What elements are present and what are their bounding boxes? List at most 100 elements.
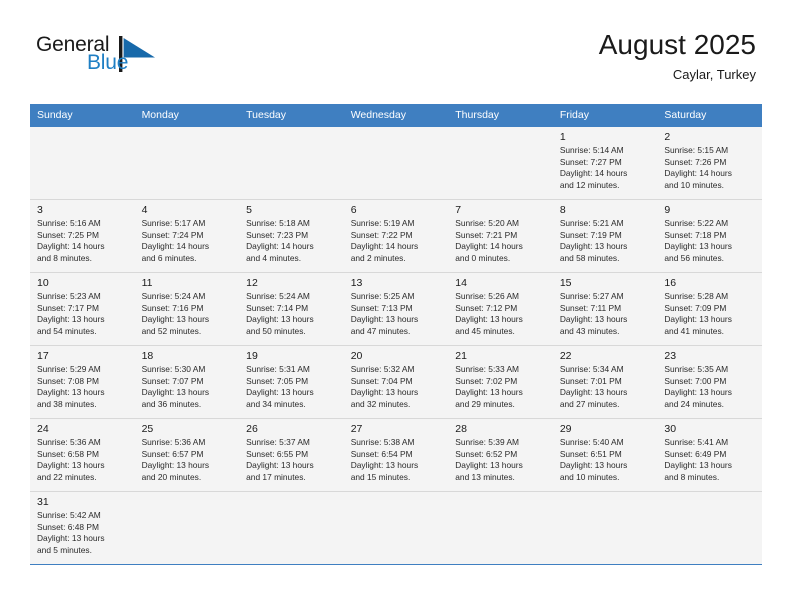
calendar-day-sun-info: Sunrise: 5:40 AM Sunset: 6:51 PM Dayligh… <box>559 437 628 482</box>
calendar-day-number: 24 <box>37 423 49 435</box>
calendar-page: General Blue August 2025 Caylar, Turkey … <box>0 0 792 612</box>
calendar-day-cell[interactable]: 1 Sunrise: 5:14 AM Sunset: 7:27 PM Daylig… <box>552 126 658 200</box>
calendar-day-sun-info: Sunrise: 5:19 AM Sunset: 7:22 PM Dayligh… <box>350 218 419 263</box>
calendar-day-cell[interactable]: 13 Sunrise: 5:25 AM Sunset: 7:13 PM Dayli… <box>343 272 449 346</box>
calendar-day-cell[interactable]: 29 Sunrise: 5:40 AM Sunset: 6:51 PM Dayli… <box>552 418 658 492</box>
calendar-day-cell-inner <box>239 492 344 557</box>
calendar-day-cell[interactable]: 14 Sunrise: 5:26 AM Sunset: 7:12 PM Dayli… <box>448 272 553 346</box>
calendar-day-number: 12 <box>246 277 258 289</box>
sunrise-sunset-calendar: Sunday Monday Tuesday Wednesday Thursday… <box>30 104 762 565</box>
calendar-day-number: 30 <box>664 423 677 435</box>
calendar-day-cell[interactable]: 11 Sunrise: 5:24 AM Sunset: 7:16 PM Dayli… <box>134 272 240 346</box>
calendar-day-cell-inner: 21 Sunrise: 5:33 AM Sunset: 7:02 PM Dayli… <box>448 346 553 411</box>
calendar-day-number: 18 <box>141 350 154 362</box>
calendar-day-cell[interactable]: 3 Sunrise: 5:16 AM Sunset: 7:25 PM Daylig… <box>30 199 135 273</box>
brand-name-blue: Blue <box>87 51 129 74</box>
calendar-day-sun-info: Sunrise: 5:24 AM Sunset: 7:14 PM Dayligh… <box>246 291 314 336</box>
page-subtitle: Caylar, Turkey <box>672 67 756 82</box>
calendar-day-cell-inner <box>135 492 240 557</box>
calendar-day-cell-inner: 2 Sunrise: 5:15 AM Sunset: 7:26 PM Daylig… <box>657 127 762 192</box>
calendar-day-number: 22 <box>559 350 572 362</box>
calendar-day-cell[interactable]: 2 Sunrise: 5:15 AM Sunset: 7:26 PM Daylig… <box>657 126 762 200</box>
calendar-day-cell-inner: 11 Sunrise: 5:24 AM Sunset: 7:16 PM Dayli… <box>135 273 240 338</box>
calendar-day-cell[interactable]: 30 Sunrise: 5:41 AM Sunset: 6:49 PM Dayli… <box>657 418 762 492</box>
weekday-header-friday: Friday <box>552 104 658 127</box>
calendar-day-cell[interactable]: 17 Sunrise: 5:29 AM Sunset: 7:08 PM Dayli… <box>30 345 135 419</box>
calendar-day-number: 31 <box>37 496 49 508</box>
calendar-day-cell-inner <box>239 127 344 192</box>
calendar-day-cell[interactable]: 4 Sunrise: 5:17 AM Sunset: 7:24 PM Daylig… <box>134 199 240 273</box>
calendar-day-cell[interactable]: 8 Sunrise: 5:21 AM Sunset: 7:19 PM Daylig… <box>552 199 658 273</box>
calendar-week-row: 10 Sunrise: 5:23 AM Sunset: 7:17 PM Dayli… <box>30 272 762 346</box>
weekday-header-row: Sunday Monday Tuesday Wednesday Thursday… <box>30 104 762 127</box>
calendar-day-cell[interactable]: 16 Sunrise: 5:28 AM Sunset: 7:09 PM Dayli… <box>657 272 762 346</box>
calendar-day-cell[interactable]: 26 Sunrise: 5:37 AM Sunset: 6:55 PM Dayli… <box>239 418 344 492</box>
calendar-day-cell-inner: 3 Sunrise: 5:16 AM Sunset: 7:25 PM Daylig… <box>30 200 135 265</box>
calendar-day-cell-empty <box>30 126 135 200</box>
calendar-day-number: 26 <box>246 423 258 435</box>
weekday-header-sunday: Sunday <box>30 104 135 127</box>
calendar-day-sun-info: Sunrise: 5:36 AM Sunset: 6:57 PM Dayligh… <box>141 437 210 482</box>
calendar-week-row: 31 Sunrise: 5:42 AM Sunset: 6:48 PM Dayli… <box>30 491 762 565</box>
calendar-day-cell-inner <box>553 492 658 557</box>
calendar-day-sun-info: Sunrise: 5:35 AM Sunset: 7:00 PM Dayligh… <box>664 364 732 409</box>
calendar-day-cell-empty <box>239 126 344 200</box>
calendar-day-number: 20 <box>350 350 363 362</box>
calendar-day-cell-inner: 14 Sunrise: 5:26 AM Sunset: 7:12 PM Dayli… <box>448 273 553 338</box>
calendar-day-cell-inner: 28 Sunrise: 5:39 AM Sunset: 6:52 PM Dayli… <box>448 419 553 484</box>
calendar-day-cell[interactable]: 27 Sunrise: 5:38 AM Sunset: 6:54 PM Dayli… <box>343 418 449 492</box>
title-block: August 2025 Caylar, Turkey <box>599 28 756 85</box>
calendar-day-sun-info: Sunrise: 5:30 AM Sunset: 7:07 PM Dayligh… <box>141 364 210 409</box>
calendar-day-cell-inner: 27 Sunrise: 5:38 AM Sunset: 6:54 PM Dayli… <box>344 419 449 484</box>
calendar-day-cell-inner: 17 Sunrise: 5:29 AM Sunset: 7:08 PM Dayli… <box>30 346 135 411</box>
calendar-week-row: 3 Sunrise: 5:16 AM Sunset: 7:25 PM Daylig… <box>30 199 762 273</box>
calendar-day-sun-info: Sunrise: 5:36 AM Sunset: 6:58 PM Dayligh… <box>37 437 105 482</box>
calendar-day-sun-info: Sunrise: 5:22 AM Sunset: 7:18 PM Dayligh… <box>664 218 732 263</box>
calendar-day-cell[interactable]: 12 Sunrise: 5:24 AM Sunset: 7:14 PM Dayli… <box>239 272 344 346</box>
calendar-day-cell-empty <box>239 491 344 565</box>
calendar-day-cell[interactable]: 9 Sunrise: 5:22 AM Sunset: 7:18 PM Daylig… <box>657 199 762 273</box>
calendar-day-cell-inner <box>344 127 449 192</box>
calendar-day-number: 19 <box>246 350 258 362</box>
calendar-day-sun-info: Sunrise: 5:34 AM Sunset: 7:01 PM Dayligh… <box>559 364 628 409</box>
calendar-day-number: 29 <box>559 423 572 435</box>
calendar-day-cell[interactable]: 5 Sunrise: 5:18 AM Sunset: 7:23 PM Daylig… <box>239 199 344 273</box>
calendar-day-sun-info: Sunrise: 5:25 AM Sunset: 7:13 PM Dayligh… <box>350 291 419 336</box>
calendar-day-cell[interactable]: 28 Sunrise: 5:39 AM Sunset: 6:52 PM Dayli… <box>448 418 553 492</box>
calendar-day-cell-inner: 26 Sunrise: 5:37 AM Sunset: 6:55 PM Dayli… <box>239 419 344 484</box>
calendar-day-cell-inner: 18 Sunrise: 5:30 AM Sunset: 7:07 PM Dayli… <box>135 346 240 411</box>
calendar-day-cell-inner: 6 Sunrise: 5:19 AM Sunset: 7:22 PM Daylig… <box>344 200 449 265</box>
brand-logo[interactable]: General Blue <box>36 34 206 88</box>
page-title: August 2025 <box>598 29 756 60</box>
calendar-day-cell[interactable]: 19 Sunrise: 5:31 AM Sunset: 7:05 PM Dayli… <box>239 345 344 419</box>
calendar-day-cell[interactable]: 24 Sunrise: 5:36 AM Sunset: 6:58 PM Dayli… <box>30 418 135 492</box>
calendar-day-cell-inner: 10 Sunrise: 5:23 AM Sunset: 7:17 PM Dayli… <box>30 273 135 338</box>
calendar-day-cell[interactable]: 20 Sunrise: 5:32 AM Sunset: 7:04 PM Dayli… <box>343 345 449 419</box>
calendar-day-cell-inner: 1 Sunrise: 5:14 AM Sunset: 7:27 PM Daylig… <box>553 127 658 192</box>
calendar-day-cell-inner: 19 Sunrise: 5:31 AM Sunset: 7:05 PM Dayli… <box>239 346 344 411</box>
calendar-day-cell[interactable]: 18 Sunrise: 5:30 AM Sunset: 7:07 PM Dayli… <box>134 345 240 419</box>
calendar-day-sun-info: Sunrise: 5:33 AM Sunset: 7:02 PM Dayligh… <box>455 364 523 409</box>
calendar-day-cell[interactable]: 31 Sunrise: 5:42 AM Sunset: 6:48 PM Dayli… <box>30 491 135 565</box>
calendar-body: 1 Sunrise: 5:14 AM Sunset: 7:27 PM Daylig… <box>30 126 762 565</box>
calendar-day-cell-inner: 20 Sunrise: 5:32 AM Sunset: 7:04 PM Dayli… <box>344 346 449 411</box>
calendar-day-number: 8 <box>559 204 566 216</box>
calendar-day-cell-empty <box>657 491 762 565</box>
calendar-day-cell[interactable]: 10 Sunrise: 5:23 AM Sunset: 7:17 PM Dayli… <box>30 272 135 346</box>
calendar-day-sun-info: Sunrise: 5:27 AM Sunset: 7:11 PM Dayligh… <box>559 291 628 336</box>
calendar-day-cell-inner: 29 Sunrise: 5:40 AM Sunset: 6:51 PM Dayli… <box>553 419 658 484</box>
calendar-day-cell[interactable]: 22 Sunrise: 5:34 AM Sunset: 7:01 PM Dayli… <box>552 345 658 419</box>
calendar-day-number: 16 <box>664 277 677 289</box>
calendar-day-cell[interactable]: 21 Sunrise: 5:33 AM Sunset: 7:02 PM Dayli… <box>448 345 553 419</box>
calendar-day-cell[interactable]: 23 Sunrise: 5:35 AM Sunset: 7:00 PM Dayli… <box>657 345 762 419</box>
calendar-day-cell[interactable]: 6 Sunrise: 5:19 AM Sunset: 7:22 PM Daylig… <box>343 199 449 273</box>
calendar-day-cell[interactable]: 25 Sunrise: 5:36 AM Sunset: 6:57 PM Dayli… <box>134 418 240 492</box>
calendar-day-sun-info: Sunrise: 5:29 AM Sunset: 7:08 PM Dayligh… <box>37 364 105 409</box>
calendar-day-cell-inner: 30 Sunrise: 5:41 AM Sunset: 6:49 PM Dayli… <box>657 419 762 484</box>
calendar-day-cell-empty <box>134 126 240 200</box>
calendar-day-cell-empty <box>448 491 553 565</box>
calendar-day-cell[interactable]: 7 Sunrise: 5:20 AM Sunset: 7:21 PM Daylig… <box>448 199 553 273</box>
page-header: General Blue August 2025 Caylar, Turkey <box>36 28 756 90</box>
calendar-day-sun-info: Sunrise: 5:17 AM Sunset: 7:24 PM Dayligh… <box>141 218 210 263</box>
calendar-day-cell[interactable]: 15 Sunrise: 5:27 AM Sunset: 7:11 PM Dayli… <box>552 272 658 346</box>
